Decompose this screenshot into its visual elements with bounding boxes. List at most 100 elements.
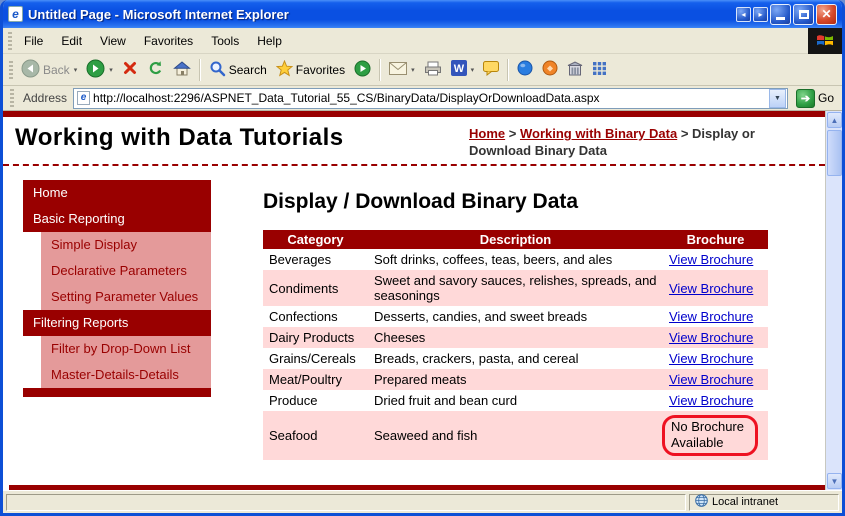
home-icon — [173, 60, 191, 79]
scroll-up-button[interactable]: ▲ — [827, 112, 842, 128]
discuss-button[interactable] — [479, 58, 503, 82]
print-icon — [424, 61, 442, 79]
mail-button[interactable]: ▾ — [385, 59, 419, 81]
sidebar-item-filter-by-drop-down-list[interactable]: Filter by Drop-Down List — [41, 336, 211, 362]
forward-button[interactable]: ▾ — [82, 56, 117, 84]
search-label: Search — [229, 63, 267, 77]
brochure-cell: View Brochure — [663, 270, 768, 306]
view-brochure-link[interactable]: View Brochure — [669, 252, 753, 267]
menu-item-edit[interactable]: Edit — [52, 30, 91, 52]
go-button[interactable]: ➔ Go — [792, 88, 838, 109]
stop-button[interactable] — [118, 57, 142, 82]
menu-item-favorites[interactable]: Favorites — [135, 30, 202, 52]
maximize-button[interactable] — [793, 4, 814, 25]
sharepoint-button[interactable] — [563, 58, 587, 82]
table-row: BeveragesSoft drinks, coffees, teas, bee… — [263, 249, 768, 270]
minimize-button[interactable] — [770, 4, 791, 25]
scrollbar-thumb[interactable] — [827, 130, 842, 176]
table-row: Dairy ProductsCheesesView Brochure — [263, 327, 768, 348]
close-button[interactable]: ✕ — [816, 4, 837, 25]
menu-item-help[interactable]: Help — [248, 30, 291, 52]
title-nav-right-button[interactable]: ▸ — [753, 7, 768, 22]
table-row: ConfectionsDesserts, candies, and sweet … — [263, 306, 768, 327]
column-header-brochure: Brochure — [663, 230, 768, 249]
back-label: Back — [43, 63, 70, 77]
grid-view-button[interactable] — [588, 58, 611, 82]
view-brochure-link[interactable]: View Brochure — [669, 393, 753, 408]
table-row: Grains/CerealsBreads, crackers, pasta, a… — [263, 348, 768, 369]
menu-grip[interactable] — [8, 32, 12, 50]
breadcrumb-home-link[interactable]: Home — [469, 126, 505, 141]
sidebar-item-setting-parameter-values[interactable]: Setting Parameter Values — [41, 284, 211, 310]
intranet-globe-icon — [695, 494, 708, 510]
view-brochure-link[interactable]: View Brochure — [669, 351, 753, 366]
annotation-circle: No Brochure Available — [662, 415, 758, 456]
address-dropdown-button[interactable]: ▼ — [769, 89, 786, 108]
brochure-cell: No Brochure Available — [663, 411, 768, 460]
view-brochure-link[interactable]: View Brochure — [669, 309, 753, 324]
back-button[interactable]: Back ▾ — [17, 56, 81, 84]
standard-toolbar: Back ▾ ▾ — [3, 54, 842, 86]
sidebar-item-home[interactable]: Home — [23, 180, 211, 206]
media-icon — [354, 60, 371, 80]
table-row: CondimentsSweet and savory sauces, relis… — [263, 270, 768, 306]
toolbar-grip[interactable] — [9, 61, 13, 79]
title-nav-left-button[interactable]: ◂ — [736, 7, 751, 22]
description-cell: Seaweed and fish — [368, 411, 663, 460]
print-button[interactable] — [420, 58, 446, 82]
brochure-cell: View Brochure — [663, 369, 768, 390]
research-button[interactable] — [538, 57, 562, 82]
sidebar-item-master-details-details[interactable]: Master-Details-Details — [41, 362, 211, 388]
menu-item-view[interactable]: View — [91, 30, 135, 52]
sidebar-item-filtering-reports[interactable]: Filtering Reports — [23, 310, 211, 336]
category-cell: Grains/Cereals — [263, 348, 368, 369]
menu-item-tools[interactable]: Tools — [202, 30, 248, 52]
messenger-button[interactable] — [513, 57, 537, 82]
go-label: Go — [818, 91, 834, 105]
refresh-button[interactable] — [143, 57, 168, 83]
address-input-box: e ▼ — [73, 88, 788, 109]
description-cell: Sweet and savory sauces, relishes, sprea… — [368, 270, 663, 306]
view-brochure-link[interactable]: View Brochure — [669, 281, 753, 296]
column-header-category: Category — [263, 230, 368, 249]
home-button[interactable] — [169, 57, 195, 82]
web-page: Working with Data Tutorials Home > Worki… — [3, 111, 825, 490]
page-header: Working with Data Tutorials Home > Worki… — [3, 117, 825, 166]
sidebar-item-declarative-parameters[interactable]: Declarative Parameters — [41, 258, 211, 284]
building-icon — [567, 61, 583, 79]
category-cell: Dairy Products — [263, 327, 368, 348]
page-bottom-rule — [9, 485, 825, 490]
status-bar: Local intranet — [3, 490, 842, 513]
back-dropdown-icon: ▾ — [74, 66, 78, 74]
category-cell: Confections — [263, 306, 368, 327]
security-zone-panel: Local intranet — [689, 494, 839, 511]
address-input[interactable] — [93, 90, 766, 106]
window-controls: ◂ ▸ ✕ — [736, 4, 837, 25]
messenger-icon — [517, 60, 533, 79]
toolbar-separator — [199, 59, 201, 81]
search-button[interactable]: Search — [205, 57, 271, 83]
sidebar-menu: HomeBasic ReportingSimple DisplayDeclara… — [23, 180, 211, 460]
media-button[interactable] — [350, 57, 375, 83]
menu-item-file[interactable]: File — [15, 30, 52, 52]
view-brochure-link[interactable]: View Brochure — [669, 372, 753, 387]
brochure-cell: View Brochure — [663, 249, 768, 270]
brochure-cell: View Brochure — [663, 348, 768, 369]
view-brochure-link[interactable]: View Brochure — [669, 330, 753, 345]
vertical-scrollbar[interactable]: ▲ ▼ — [825, 111, 842, 490]
address-grip[interactable] — [10, 89, 14, 107]
edit-with-word-button[interactable]: W ▾ — [447, 57, 479, 82]
table-row: SeafoodSeaweed and fishNo Brochure Avail… — [263, 411, 768, 460]
sidebar-item-simple-display[interactable]: Simple Display — [41, 232, 211, 258]
sidebar-item-basic-reporting[interactable]: Basic Reporting — [23, 206, 211, 232]
window-title: Untitled Page - Microsoft Internet Explo… — [28, 7, 731, 22]
sidebar-item-partial[interactable] — [23, 388, 211, 397]
breadcrumb-section-link[interactable]: Working with Binary Data — [520, 126, 677, 141]
category-cell: Meat/Poultry — [263, 369, 368, 390]
address-bar: Address e ▼ ➔ Go — [3, 86, 842, 111]
scroll-down-button[interactable]: ▼ — [827, 473, 842, 489]
mail-dropdown-icon: ▾ — [411, 66, 415, 74]
page-title: Display / Download Binary Data — [263, 190, 825, 214]
favorites-label: Favorites — [296, 63, 345, 77]
favorites-button[interactable]: Favorites — [272, 57, 349, 83]
